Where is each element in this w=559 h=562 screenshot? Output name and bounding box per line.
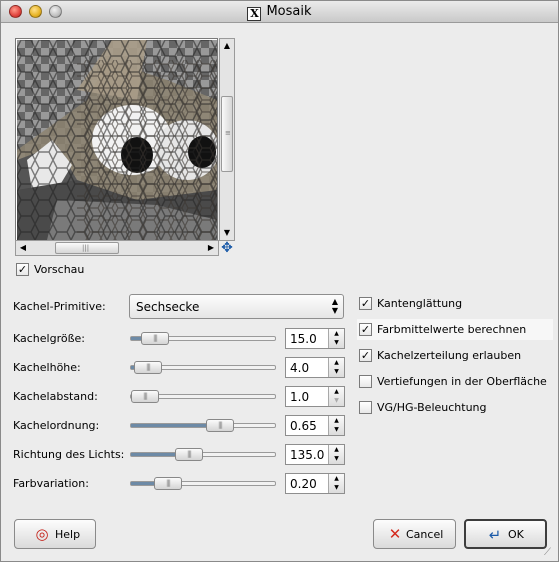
slider-tile-height[interactable]: ||| bbox=[130, 361, 276, 374]
slider-thumb[interactable]: ||| bbox=[141, 332, 169, 345]
spin-tile-spacing[interactable]: 1.0 ▲ ▼ bbox=[285, 386, 345, 407]
help-button[interactable]: ◎ Help bbox=[14, 519, 96, 549]
slider-label-tile-order: Kachelordnung: bbox=[13, 419, 100, 432]
color-averaging-checkbox[interactable]: ✓ bbox=[359, 323, 372, 336]
fg-bg-lighting-checkbox[interactable] bbox=[359, 401, 372, 414]
preview-mosaic-artwork bbox=[17, 40, 217, 240]
scroll-down-arrow-icon[interactable]: ▼ bbox=[220, 226, 234, 240]
slider-thumb[interactable]: ||| bbox=[131, 390, 159, 403]
slider-label-tile-height: Kachelhöhe: bbox=[13, 361, 81, 374]
spin-color-variation[interactable]: 0.20 ▲ ▼ bbox=[285, 473, 345, 494]
window-title: X Mosaik bbox=[1, 4, 558, 21]
tile-splitting-label: Kachelzerteilung erlauben bbox=[377, 349, 522, 362]
spin-tile-size[interactable]: 15.0 ▲ ▼ bbox=[285, 328, 345, 349]
antialiasing-label: Kantenglättung bbox=[377, 297, 463, 310]
spin-arrows-icon[interactable]: ▲ ▼ bbox=[328, 416, 344, 435]
slider-thumb[interactable]: ||| bbox=[154, 477, 182, 490]
spin-value[interactable]: 1.0 bbox=[290, 390, 309, 404]
preview-vertical-scrollbar[interactable]: ▲ ≡ ▼ bbox=[219, 38, 235, 241]
scroll-right-arrow-icon[interactable]: ▶ bbox=[204, 241, 218, 255]
horizontal-scroll-thumb[interactable]: ||| bbox=[55, 242, 119, 254]
spin-tile-height[interactable]: 4.0 ▲ ▼ bbox=[285, 357, 345, 378]
red-x-icon: ✕ bbox=[388, 525, 402, 543]
slider-tile-spacing[interactable]: ||| bbox=[130, 390, 276, 403]
lifebuoy-icon: ◎ bbox=[35, 525, 49, 543]
primitive-label: Kachel-Primitive: bbox=[13, 300, 106, 313]
preview-checkbox[interactable]: ✓ bbox=[16, 263, 29, 276]
spin-value[interactable]: 0.65 bbox=[290, 419, 317, 433]
slider-color-variation[interactable]: ||| bbox=[130, 477, 276, 490]
scroll-left-arrow-icon[interactable]: ◀ bbox=[16, 241, 30, 255]
tile-splitting-checkbox[interactable]: ✓ bbox=[359, 349, 372, 362]
preview-label: Vorschau bbox=[34, 263, 85, 276]
slider-label-light-direction: Richtung des Lichts: bbox=[13, 448, 125, 461]
slider-label-tile-size: Kachelgröße: bbox=[13, 332, 85, 345]
slider-label-color-variation: Farbvariation: bbox=[13, 477, 89, 490]
ok-button[interactable]: ↵ OK bbox=[464, 519, 547, 549]
slider-light-direction[interactable]: ||| bbox=[130, 448, 276, 461]
slider-thumb[interactable]: ||| bbox=[134, 361, 162, 374]
spin-arrows-icon[interactable]: ▲ ▼ bbox=[328, 445, 344, 464]
pitted-surfaces-checkbox[interactable] bbox=[359, 375, 372, 388]
enter-arrow-icon: ↵ bbox=[488, 526, 502, 544]
primitive-combobox[interactable]: Sechsecke ▲ ▼ bbox=[129, 294, 344, 319]
title-bar: X Mosaik bbox=[1, 1, 558, 23]
primitive-value: Sechsecke bbox=[136, 300, 200, 314]
slider-thumb[interactable]: ||| bbox=[206, 419, 234, 432]
x11-icon: X bbox=[247, 7, 262, 21]
slider-tile-size[interactable]: ||| bbox=[130, 332, 276, 345]
preview-image[interactable] bbox=[17, 40, 217, 240]
vertical-scroll-thumb[interactable]: ≡ bbox=[221, 96, 233, 172]
scroll-up-arrow-icon[interactable]: ▲ bbox=[220, 39, 234, 53]
spin-tile-order[interactable]: 0.65 ▲ ▼ bbox=[285, 415, 345, 436]
spin-value[interactable]: 4.0 bbox=[290, 361, 309, 375]
spin-arrows-icon[interactable]: ▲ ▼ bbox=[328, 358, 344, 377]
pitted-surfaces-label: Vertiefungen in der Oberfläche bbox=[377, 375, 547, 388]
preview-frame bbox=[15, 38, 218, 241]
preview-horizontal-scrollbar[interactable]: ◀ ||| ▶ bbox=[15, 240, 219, 256]
cancel-button-label: Cancel bbox=[406, 528, 444, 541]
mosaik-dialog: X Mosaik ▲ ≡ ▼ ◀ ||| ▶ ✥ ✓ Vorschau Kach… bbox=[0, 0, 559, 562]
fg-bg-lighting-label: VG/HG-Beleuchtung bbox=[377, 401, 487, 414]
up-down-arrows-icon: ▲ ▼ bbox=[331, 297, 338, 315]
ok-button-label: OK bbox=[508, 528, 524, 541]
cancel-button[interactable]: ✕ Cancel bbox=[373, 519, 456, 549]
spin-arrows-icon[interactable]: ▲ ▼ bbox=[328, 329, 344, 348]
resize-grip-icon[interactable]: ⟋ bbox=[544, 547, 556, 559]
spin-light-direction[interactable]: 135.0 ▲ ▼ bbox=[285, 444, 345, 465]
slider-label-tile-spacing: Kachelabstand: bbox=[13, 390, 98, 403]
spin-arrows-icon[interactable]: ▲ ▼ bbox=[328, 474, 344, 493]
help-button-label: Help bbox=[55, 528, 81, 541]
antialiasing-checkbox[interactable]: ✓ bbox=[359, 297, 372, 310]
color-averaging-label: Farbmittelwerte berechnen bbox=[377, 323, 527, 336]
spin-value[interactable]: 135.0 bbox=[290, 448, 324, 462]
slider-tile-order[interactable]: ||| bbox=[130, 419, 276, 432]
slider-thumb[interactable]: ||| bbox=[175, 448, 203, 461]
spin-value[interactable]: 0.20 bbox=[290, 477, 317, 491]
move-arrows-icon[interactable]: ✥ bbox=[220, 241, 234, 255]
window-title-text: Mosaik bbox=[266, 4, 312, 19]
spin-arrows-icon[interactable]: ▲ ▼ bbox=[328, 387, 344, 406]
spin-value[interactable]: 15.0 bbox=[290, 332, 317, 346]
